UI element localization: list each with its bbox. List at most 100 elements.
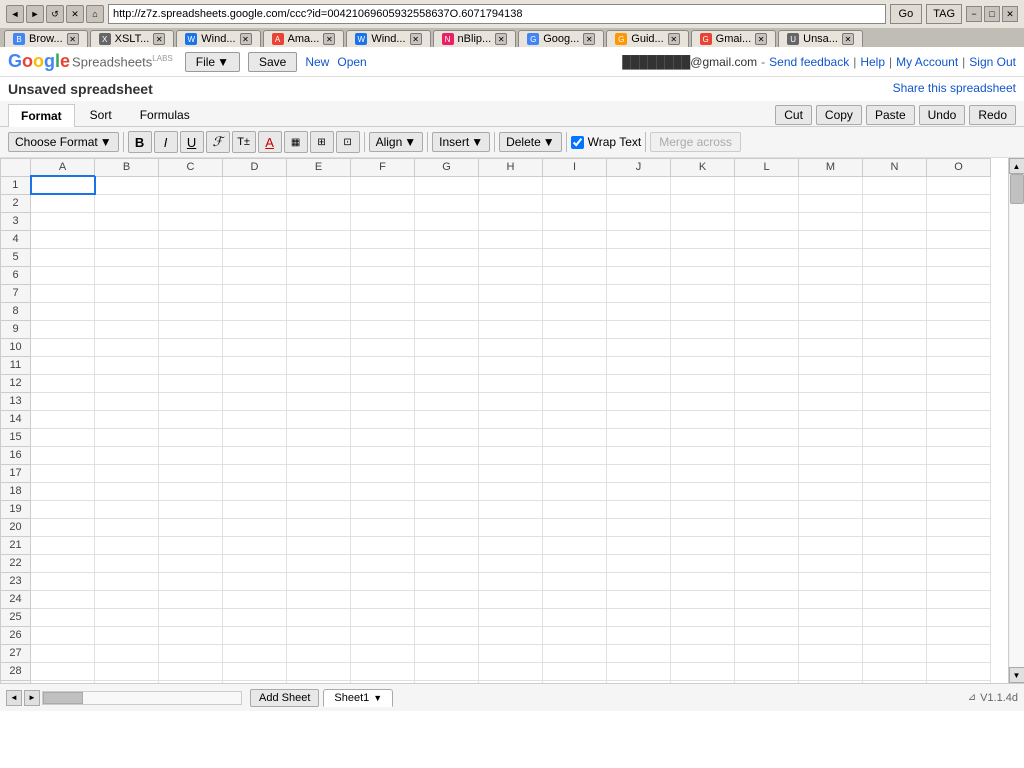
cell-G15[interactable]	[415, 428, 479, 446]
cell-H17[interactable]	[479, 464, 543, 482]
cell-O19[interactable]	[927, 500, 991, 518]
cell-O20[interactable]	[927, 518, 991, 536]
sheet1-dropdown[interactable]: ▼	[373, 693, 382, 703]
cell-F13[interactable]	[351, 392, 415, 410]
cell-G9[interactable]	[415, 320, 479, 338]
browser-tab-8[interactable]: G Gmai... ✕	[691, 30, 776, 47]
cell-J19[interactable]	[607, 500, 671, 518]
col-header-A[interactable]: A	[31, 159, 95, 177]
cell-I5[interactable]	[543, 248, 607, 266]
cell-D10[interactable]	[223, 338, 287, 356]
cell-N7[interactable]	[863, 284, 927, 302]
cell-E17[interactable]	[287, 464, 351, 482]
cell-B3[interactable]	[95, 212, 159, 230]
cell-I12[interactable]	[543, 374, 607, 392]
cell-B20[interactable]	[95, 518, 159, 536]
cell-K27[interactable]	[671, 644, 735, 662]
cell-N5[interactable]	[863, 248, 927, 266]
undo-button[interactable]: Undo	[919, 105, 966, 125]
cell-H3[interactable]	[479, 212, 543, 230]
cell-E1[interactable]	[287, 176, 351, 194]
cell-M13[interactable]	[799, 392, 863, 410]
cell-B28[interactable]	[95, 662, 159, 680]
cell-E25[interactable]	[287, 608, 351, 626]
cell-C4[interactable]	[159, 230, 223, 248]
cell-B13[interactable]	[95, 392, 159, 410]
cell-G7[interactable]	[415, 284, 479, 302]
cell-B4[interactable]	[95, 230, 159, 248]
cell-N3[interactable]	[863, 212, 927, 230]
cell-A10[interactable]	[31, 338, 95, 356]
cell-E13[interactable]	[287, 392, 351, 410]
col-header-M[interactable]: M	[799, 159, 863, 177]
cell-M11[interactable]	[799, 356, 863, 374]
col-header-N[interactable]: N	[863, 159, 927, 177]
cell-K18[interactable]	[671, 482, 735, 500]
cell-N6[interactable]	[863, 266, 927, 284]
more-button[interactable]: ⊡	[336, 131, 360, 153]
cell-J13[interactable]	[607, 392, 671, 410]
cell-A24[interactable]	[31, 590, 95, 608]
cell-F12[interactable]	[351, 374, 415, 392]
cell-F20[interactable]	[351, 518, 415, 536]
cell-A17[interactable]	[31, 464, 95, 482]
cell-K24[interactable]	[671, 590, 735, 608]
cell-D1[interactable]	[223, 176, 287, 194]
cell-D12[interactable]	[223, 374, 287, 392]
cell-A7[interactable]	[31, 284, 95, 302]
cell-D17[interactable]	[223, 464, 287, 482]
nav-forward[interactable]: ►	[26, 5, 44, 23]
cell-N25[interactable]	[863, 608, 927, 626]
cell-G26[interactable]	[415, 626, 479, 644]
cell-F15[interactable]	[351, 428, 415, 446]
cell-B2[interactable]	[95, 194, 159, 212]
cell-N17[interactable]	[863, 464, 927, 482]
cell-H11[interactable]	[479, 356, 543, 374]
cell-K3[interactable]	[671, 212, 735, 230]
add-sheet-button[interactable]: Add Sheet	[250, 689, 319, 707]
cell-N12[interactable]	[863, 374, 927, 392]
cell-F29[interactable]	[351, 680, 415, 683]
cell-N8[interactable]	[863, 302, 927, 320]
cell-E28[interactable]	[287, 662, 351, 680]
cell-D25[interactable]	[223, 608, 287, 626]
cell-B24[interactable]	[95, 590, 159, 608]
cell-J12[interactable]	[607, 374, 671, 392]
cell-N14[interactable]	[863, 410, 927, 428]
cell-C12[interactable]	[159, 374, 223, 392]
cell-F23[interactable]	[351, 572, 415, 590]
cell-G21[interactable]	[415, 536, 479, 554]
cell-N26[interactable]	[863, 626, 927, 644]
browser-tab-7[interactable]: G Guid... ✕	[606, 30, 688, 47]
col-header-D[interactable]: D	[223, 159, 287, 177]
cell-J28[interactable]	[607, 662, 671, 680]
tab-formulas[interactable]: Formulas	[127, 103, 203, 126]
cell-E6[interactable]	[287, 266, 351, 284]
cell-C15[interactable]	[159, 428, 223, 446]
cell-H8[interactable]	[479, 302, 543, 320]
cell-M12[interactable]	[799, 374, 863, 392]
cell-F18[interactable]	[351, 482, 415, 500]
cell-C28[interactable]	[159, 662, 223, 680]
cell-M17[interactable]	[799, 464, 863, 482]
cell-A23[interactable]	[31, 572, 95, 590]
font-family-button[interactable]: ℱ	[206, 131, 230, 153]
cell-M1[interactable]	[799, 176, 863, 194]
cell-G27[interactable]	[415, 644, 479, 662]
cell-C27[interactable]	[159, 644, 223, 662]
borders-button[interactable]: ⊞	[310, 131, 334, 153]
cell-B10[interactable]	[95, 338, 159, 356]
cell-D23[interactable]	[223, 572, 287, 590]
new-link[interactable]: New	[305, 55, 329, 69]
cell-J20[interactable]	[607, 518, 671, 536]
cell-A8[interactable]	[31, 302, 95, 320]
cell-E7[interactable]	[287, 284, 351, 302]
tab-close-2[interactable]: ✕	[240, 33, 252, 45]
cell-L2[interactable]	[735, 194, 799, 212]
tab-format[interactable]: Format	[8, 104, 75, 127]
cell-F27[interactable]	[351, 644, 415, 662]
cell-H9[interactable]	[479, 320, 543, 338]
cell-D6[interactable]	[223, 266, 287, 284]
tab-close-3[interactable]: ✕	[323, 33, 335, 45]
cell-B25[interactable]	[95, 608, 159, 626]
